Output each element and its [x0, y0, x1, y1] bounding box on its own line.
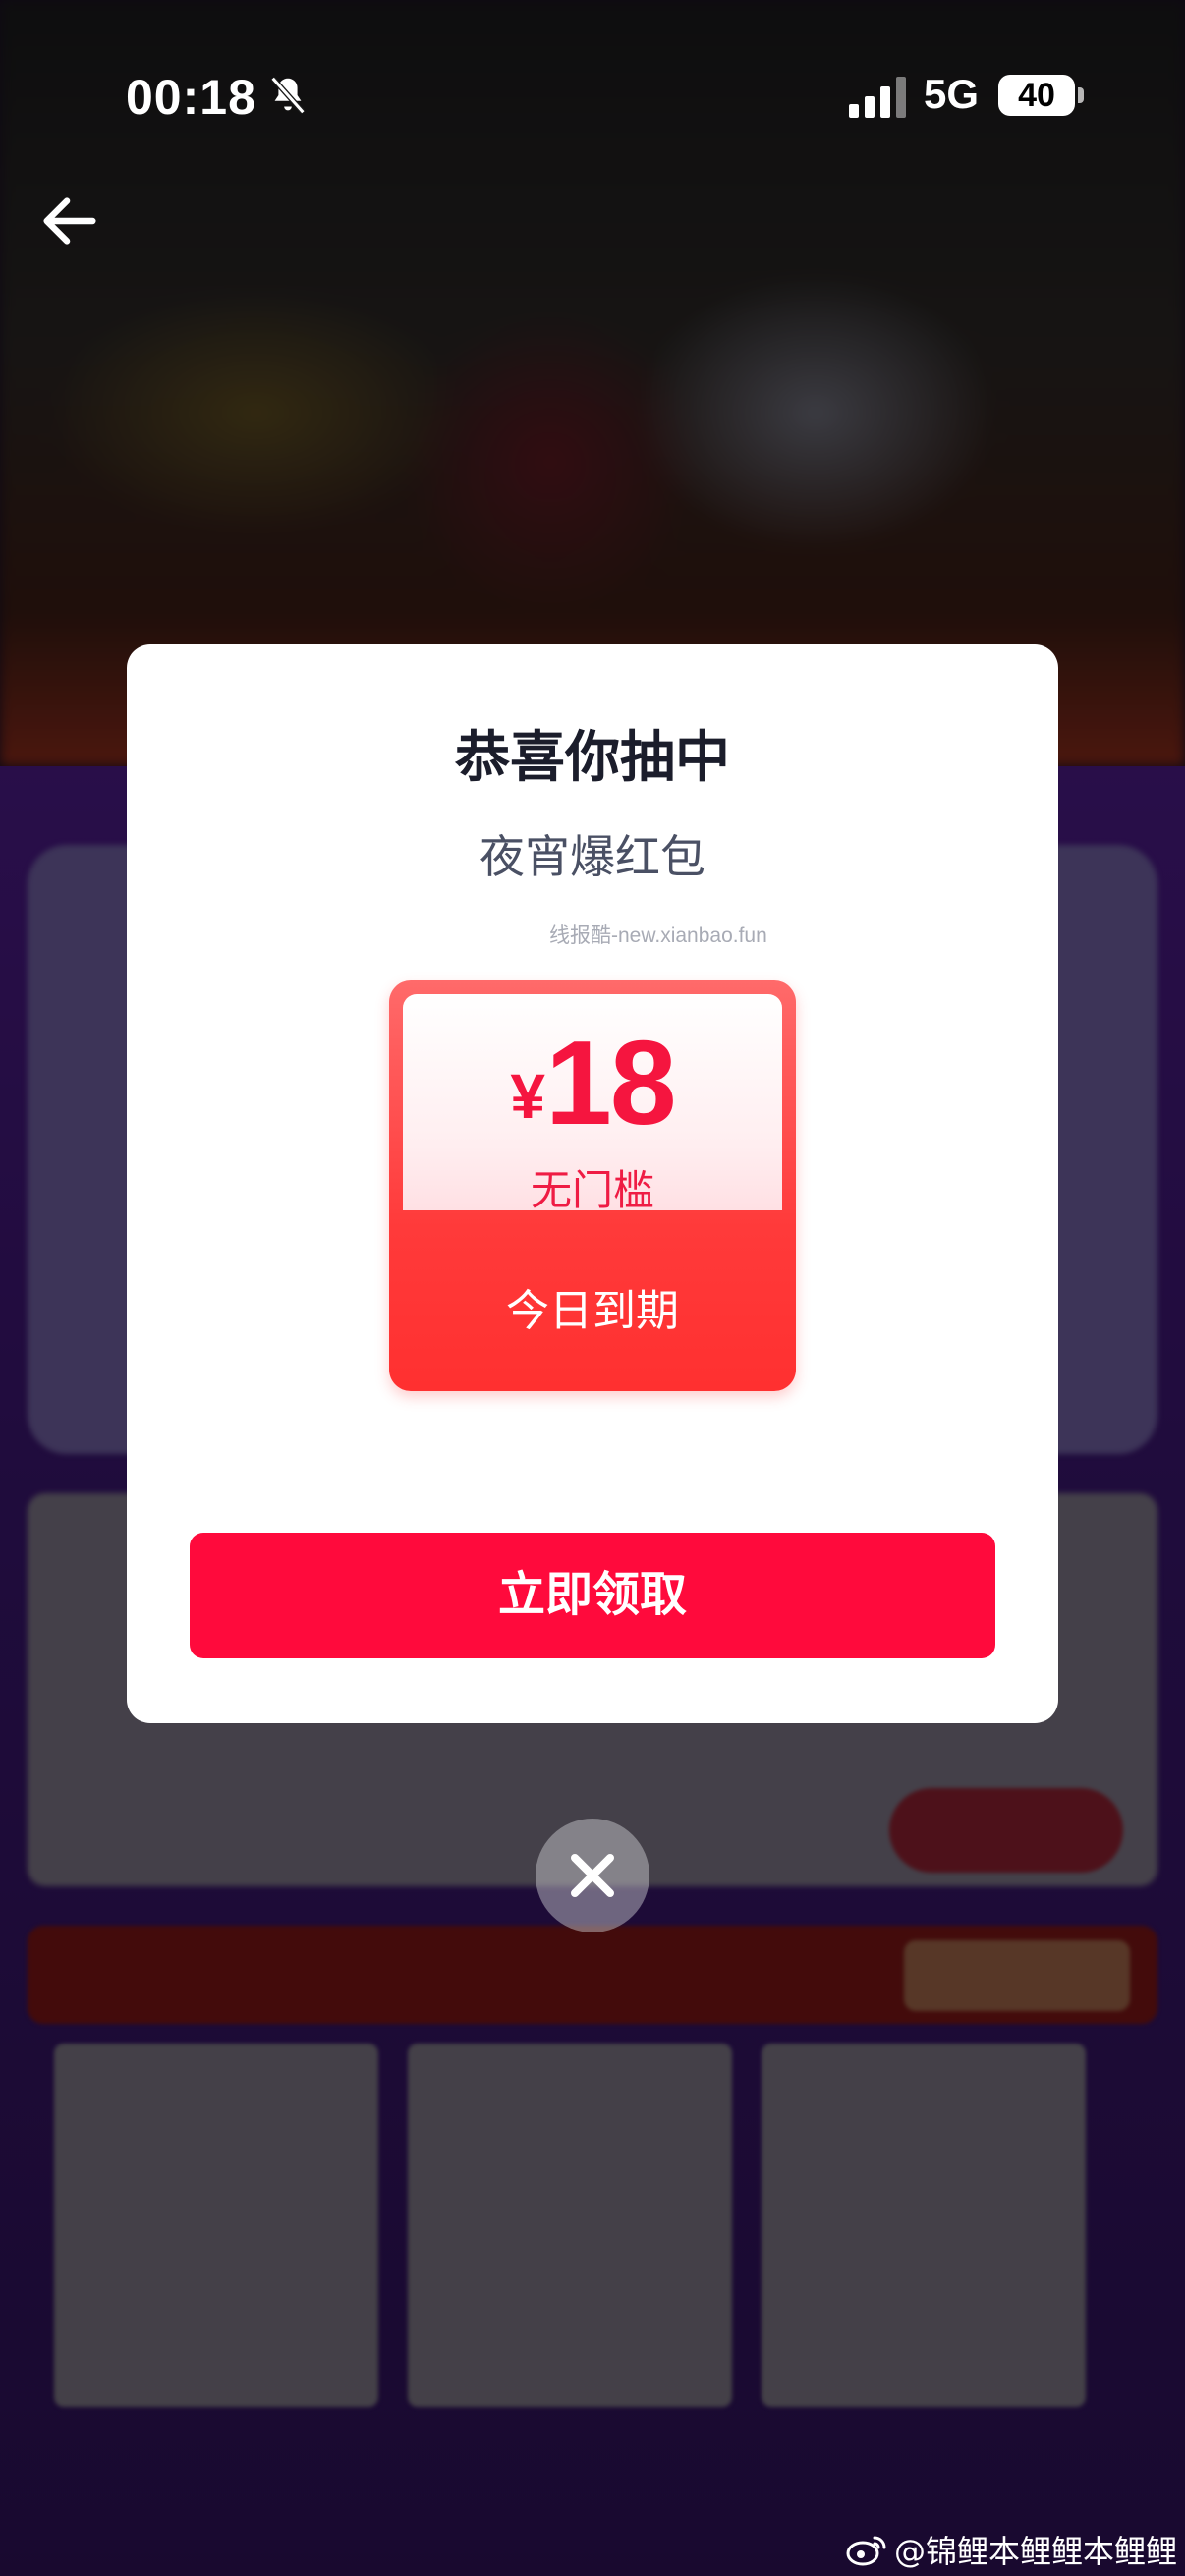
close-icon	[571, 1854, 614, 1897]
weibo-handle: @锦鲤本鲤鲤本鲤鲤	[894, 2533, 1178, 2570]
modal-subtitle: 夜宵爆红包	[480, 830, 705, 883]
watermark-text: 线报酷-new.xianbao.fun	[549, 924, 767, 947]
battery-tip	[1078, 87, 1084, 103]
coupon-condition: 无门槛	[530, 1166, 654, 1214]
status-bar: 00:18 5G 40	[0, 0, 1185, 196]
currency-symbol: ¥	[510, 1061, 545, 1132]
coupon-amount: ¥18	[389, 1014, 796, 1151]
status-time: 00:18	[126, 70, 256, 125]
modal-title: 恭喜你抽中	[455, 726, 730, 790]
red-packet-coupon: ¥18 无门槛 今日到期	[389, 980, 796, 1391]
battery-indicator: 40	[998, 75, 1075, 116]
back-arrow-icon[interactable]	[35, 187, 104, 255]
prize-modal: 恭喜你抽中 夜宵爆红包 线报酷-new.xianbao.fun ¥18 无门槛 …	[127, 644, 1058, 1723]
mute-bell-icon	[270, 76, 306, 115]
network-label: 5G	[924, 71, 980, 117]
weibo-watermark: @锦鲤本鲤鲤本鲤鲤	[845, 2527, 1177, 2572]
coupon-value: 18	[544, 1016, 677, 1149]
weibo-icon	[846, 2536, 886, 2566]
close-button[interactable]	[536, 1819, 649, 1932]
signal-icon	[849, 77, 906, 118]
claim-button[interactable]: 立即领取	[190, 1533, 995, 1658]
coupon-expiry: 今日到期	[506, 1286, 679, 1336]
